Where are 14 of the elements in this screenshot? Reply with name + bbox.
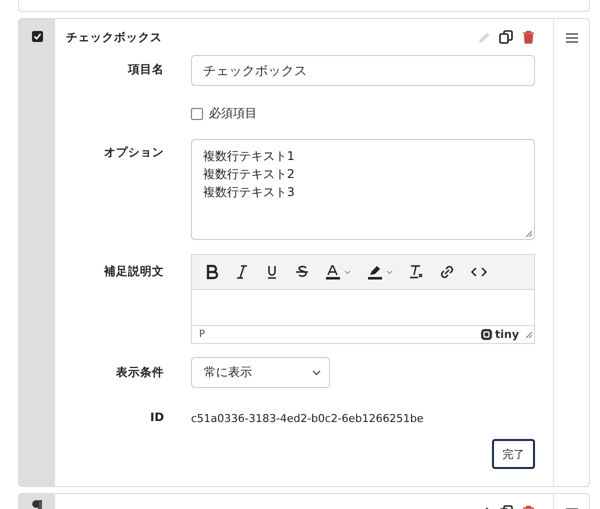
field-label: 項目名 bbox=[128, 62, 164, 76]
card-title: チェックボックス bbox=[66, 30, 162, 44]
brand-label[interactable]: tiny bbox=[494, 328, 519, 341]
field-label: 補足説明文 bbox=[104, 264, 164, 278]
input-field[interactable]: チェックボックス bbox=[191, 55, 535, 86]
id-value: c51a0336-3183-4ed2-b0c2-6eb1266251be bbox=[191, 412, 424, 425]
field-label: 表示条件 bbox=[116, 365, 164, 379]
done-button[interactable]: 完了 bbox=[492, 439, 535, 469]
checkbox-label[interactable]: 必須項目 bbox=[209, 105, 257, 122]
field-label: オプション bbox=[104, 145, 164, 159]
textarea-field[interactable]: 複数行テキスト1 複数行テキスト2 複数行テキスト3 bbox=[191, 139, 535, 240]
select-field[interactable]: 常に表示 bbox=[191, 357, 330, 388]
element-path[interactable]: P bbox=[199, 329, 206, 340]
field-label: ID bbox=[150, 410, 164, 424]
